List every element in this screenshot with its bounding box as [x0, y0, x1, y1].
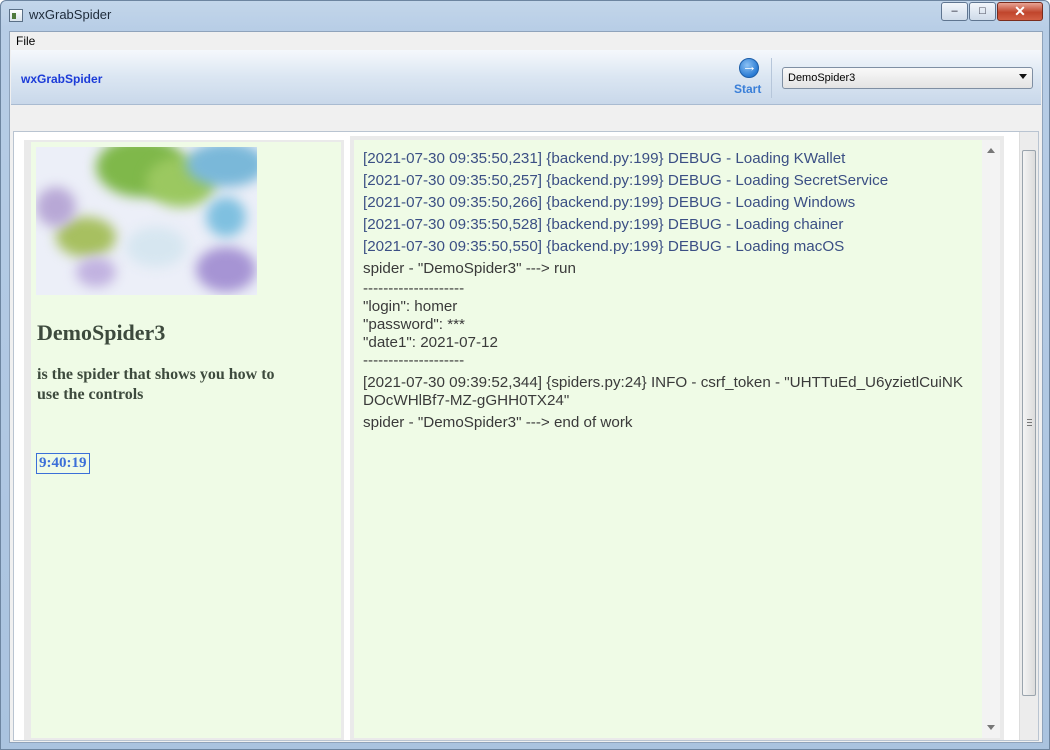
log-line: "date1": 2021-07-12: [363, 334, 498, 351]
log-line: --------------------: [363, 280, 465, 297]
start-label: Start: [734, 82, 762, 96]
arrow-right-circle-icon: [739, 58, 759, 78]
log-line: [2021-07-30 09:39:52,344] {spiders.py:24…: [363, 374, 963, 409]
chevron-down-icon: [1019, 74, 1027, 79]
grip-icon: [1027, 419, 1032, 426]
spider-select[interactable]: DemoSpider3: [782, 67, 1033, 89]
window-app-icon[interactable]: [9, 9, 23, 22]
close-button[interactable]: ✕: [997, 2, 1043, 21]
app-window: wxGrabSpider – □ ✕ File wxGrabSpider Sta…: [0, 0, 1050, 750]
scroll-up-icon[interactable]: [987, 148, 995, 153]
client-area: File wxGrabSpider Start DemoSpider3: [9, 31, 1043, 743]
toolbar-separator: [771, 58, 772, 98]
log-panel: [2021-07-30 09:35:50,231] {backend.py:19…: [350, 136, 1004, 740]
window-title: wxGrabSpider: [29, 7, 112, 22]
maximize-button[interactable]: □: [969, 2, 996, 21]
spider-description: is the spider that shows you how to use …: [37, 366, 275, 403]
content-area: DemoSpider3 is the spider that shows you…: [13, 131, 1039, 741]
log-line: [2021-07-30 09:35:50,266] {backend.py:19…: [363, 194, 856, 211]
log-line: [2021-07-30 09:35:50,528] {backend.py:19…: [363, 216, 844, 233]
log-line: [2021-07-30 09:35:50,257] {backend.py:19…: [363, 172, 889, 189]
menu-bar: File: [10, 32, 1042, 50]
menu-file[interactable]: File: [16, 34, 35, 48]
toolbar-gap: [10, 106, 1042, 128]
toolbar: wxGrabSpider Start DemoSpider3: [11, 50, 1041, 105]
log-line: [2021-07-30 09:35:50,550] {backend.py:19…: [363, 238, 845, 255]
spider-info-panel: DemoSpider3 is the spider that shows you…: [24, 140, 344, 740]
log-scrollbar[interactable]: [982, 140, 1000, 738]
log-text: [2021-07-30 09:35:50,231] {backend.py:19…: [363, 148, 973, 434]
brand-label: wxGrabSpider: [21, 72, 103, 86]
spider-picture: [36, 147, 257, 295]
log-line: [2021-07-30 09:35:50,231] {backend.py:19…: [363, 150, 846, 167]
main-scrollbar[interactable]: [1019, 132, 1038, 740]
log-line: spider - "DemoSpider3" ---> run: [363, 260, 576, 277]
spider-info-inner: DemoSpider3 is the spider that shows you…: [31, 142, 341, 738]
window-controls: – □ ✕: [940, 2, 1043, 21]
scroll-down-icon[interactable]: [987, 725, 995, 730]
spider-select-value: DemoSpider3: [788, 72, 856, 84]
log-line: "login": homer: [363, 298, 458, 315]
log-line: --------------------: [363, 352, 465, 369]
clock-display: 9:40:19: [36, 453, 90, 474]
log-line: "password": ***: [363, 316, 465, 333]
title-bar[interactable]: wxGrabSpider – □ ✕: [1, 1, 1049, 31]
spider-name: DemoSpider3: [37, 320, 166, 345]
log-output[interactable]: [2021-07-30 09:35:50,231] {backend.py:19…: [354, 140, 982, 738]
start-button[interactable]: Start: [731, 56, 767, 98]
log-line: spider - "DemoSpider3" ---> end of work: [363, 414, 633, 431]
minimize-button[interactable]: –: [941, 2, 968, 21]
scrollbar-thumb[interactable]: [1022, 150, 1036, 696]
